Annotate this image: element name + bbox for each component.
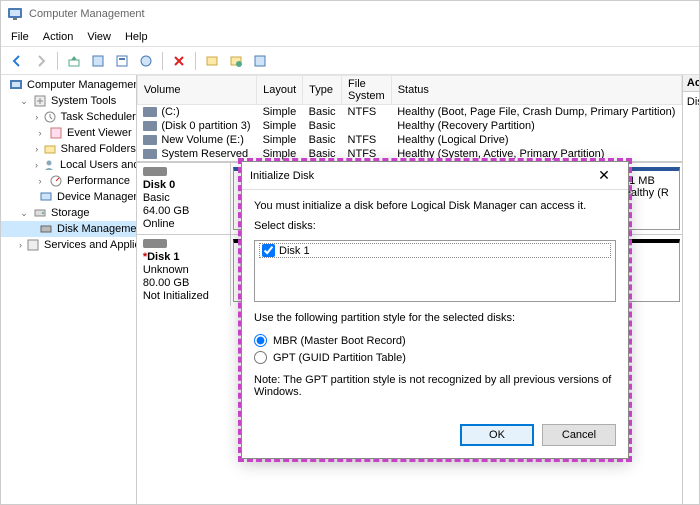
col-layout[interactable]: Layout [257,76,303,105]
ok-button[interactable]: OK [460,424,534,446]
props-button[interactable] [88,51,108,71]
actions-item[interactable]: Disl [683,92,699,112]
gpt-option[interactable]: GPT (GUID Partition Table) [254,349,616,366]
actions-pane: Act Disl [683,75,699,504]
window-title: Computer Management [29,8,145,20]
table-row[interactable]: System ReservedSimpleBasicNTFSHealthy (S… [137,147,681,161]
tree-storage[interactable]: ⌄Storage [1,205,136,221]
table-row[interactable]: (Disk 0 partition 3)SimpleBasicHealthy (… [137,119,681,133]
action2-button[interactable] [226,51,246,71]
menu-action[interactable]: Action [37,29,80,45]
menu-view[interactable]: View [81,29,117,45]
volume-icon [143,121,157,131]
titlebar: Computer Management [1,1,699,27]
volume-icon [143,149,157,159]
disk-select-list: Disk 1 [254,240,616,302]
disk-icon [143,239,167,248]
menu-file[interactable]: File [5,29,35,45]
toolbar [1,47,699,75]
tree-services[interactable]: ›Services and Applications [1,237,136,253]
partition-style-label: Use the following partition style for th… [254,312,616,324]
gpt-radio[interactable] [254,351,267,364]
dialog-title: Initialize Disk [250,170,314,182]
tree-device-manager[interactable]: Device Manager [1,189,136,205]
tree-event-viewer[interactable]: ›Event Viewer [1,125,136,141]
disk-icon [143,167,167,176]
help-button[interactable] [136,51,156,71]
volume-icon [143,107,157,117]
col-fs[interactable]: File System [342,76,392,105]
disk-select-item[interactable]: Disk 1 [259,243,611,258]
menubar: File Action View Help [1,27,699,47]
select-disks-label: Select disks: [254,220,616,232]
forward-button[interactable] [31,51,51,71]
tree-task-scheduler[interactable]: ›Task Scheduler [1,109,136,125]
tree-performance[interactable]: ›Performance [1,173,136,189]
nav-tree: Computer Management (Local ⌄System Tools… [1,75,137,504]
col-type[interactable]: Type [303,76,342,105]
col-volume[interactable]: Volume [137,76,256,105]
dialog-intro: You must initialize a disk before Logica… [254,200,616,212]
delete-button[interactable] [169,51,189,71]
initialize-disk-dialog: Initialize Disk ✕ You must initialize a … [241,161,629,459]
tree-local-users[interactable]: ›Local Users and Groups [1,157,136,173]
cancel-button[interactable]: Cancel [542,424,616,446]
mbr-option[interactable]: MBR (Master Boot Record) [254,332,616,349]
app-icon [7,6,23,22]
volume-list: Volume Layout Type File System Status (C… [137,75,682,162]
refresh-button[interactable] [112,51,132,71]
back-button[interactable] [7,51,27,71]
table-row[interactable]: (C:)SimpleBasicNTFSHealthy (Boot, Page F… [137,105,681,120]
disk1-checkbox[interactable] [262,244,275,257]
close-icon[interactable]: ✕ [588,167,620,184]
table-row[interactable]: New Volume (E:)SimpleBasicNTFSHealthy (L… [137,133,681,147]
volume-icon [143,135,157,145]
dialog-note: Note: The GPT partition style is not rec… [254,374,616,398]
col-status[interactable]: Status [391,76,681,105]
mbr-radio[interactable] [254,334,267,347]
tree-shared-folders[interactable]: ›Shared Folders [1,141,136,157]
action3-button[interactable] [250,51,270,71]
up-button[interactable] [64,51,84,71]
tree-root[interactable]: Computer Management (Local [1,77,136,93]
action1-button[interactable] [202,51,222,71]
menu-help[interactable]: Help [119,29,154,45]
tree-disk-management[interactable]: Disk Management [1,221,136,237]
tree-system-tools[interactable]: ⌄System Tools [1,93,136,109]
actions-header: Act [683,75,699,92]
